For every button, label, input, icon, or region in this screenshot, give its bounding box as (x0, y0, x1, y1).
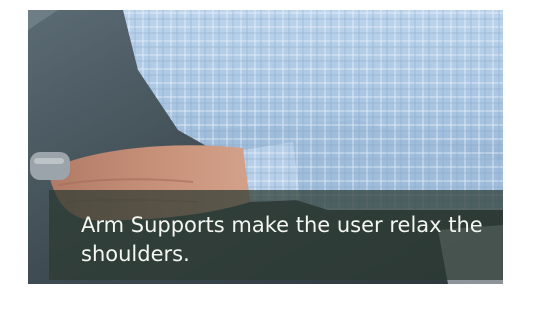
mouse-device (30, 152, 70, 180)
slide-stage: Arm Supports make the user relax the sho… (0, 0, 535, 313)
caption-text: Arm Supports make the user relax the sho… (81, 213, 483, 266)
